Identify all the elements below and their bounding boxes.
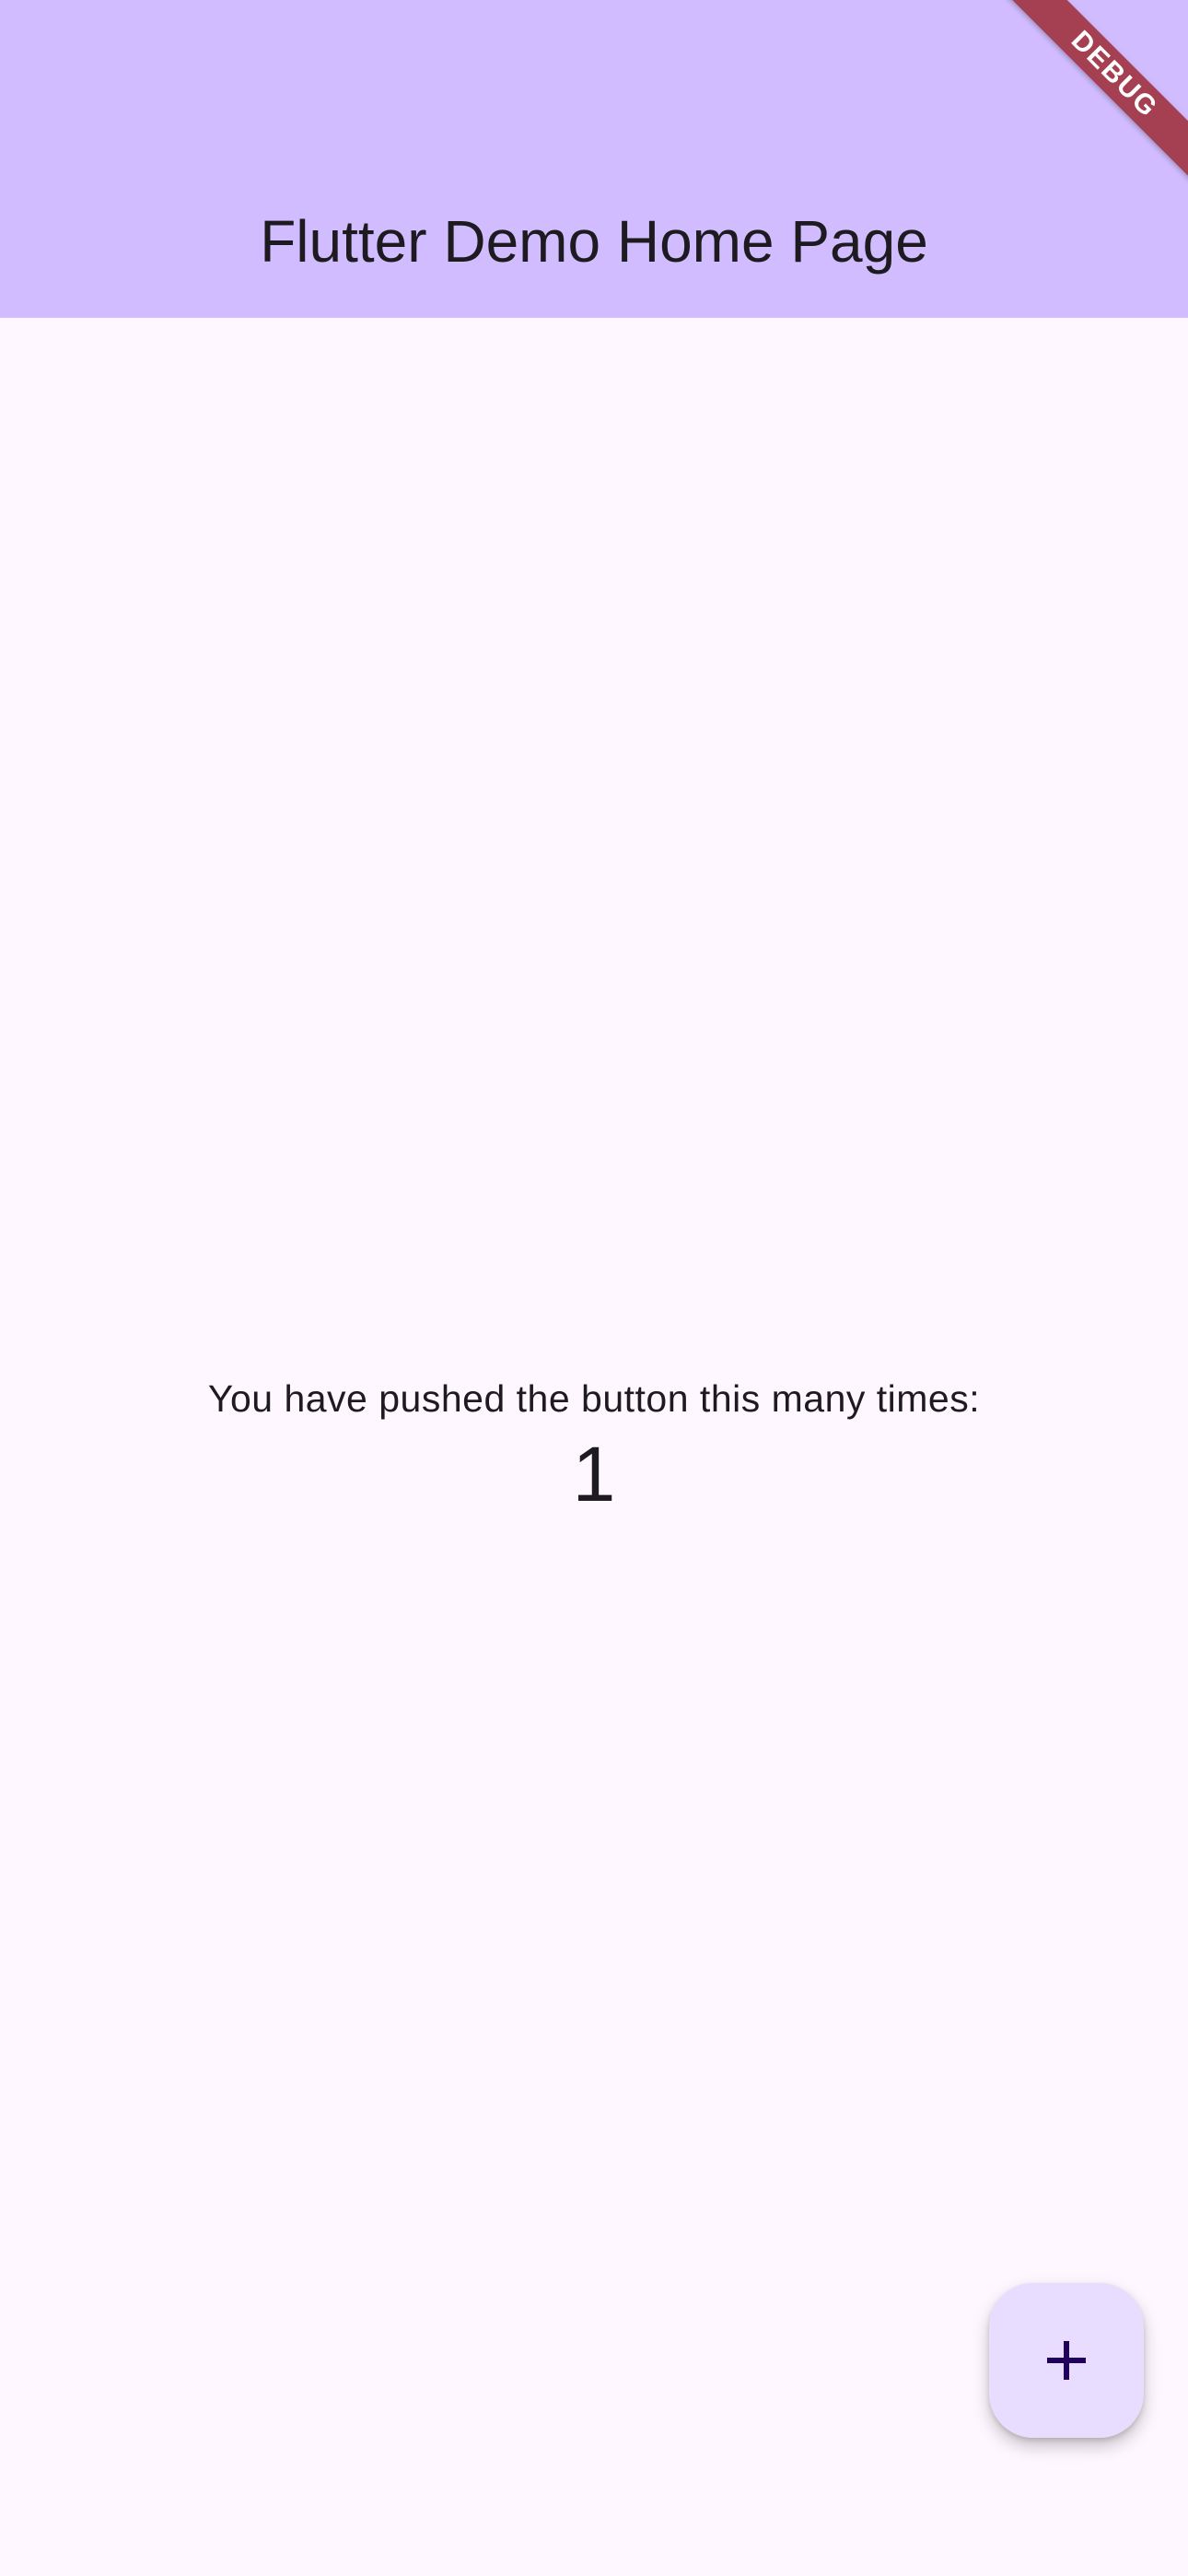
debug-banner-label: DEBUG (970, 0, 1188, 219)
increment-button[interactable] (989, 2283, 1144, 2438)
counter-message: You have pushed the button this many tim… (207, 1377, 981, 1420)
counter-value: 1 (572, 1431, 616, 1517)
add-icon (1047, 2341, 1086, 2380)
debug-banner: DEBUG (949, 0, 1188, 240)
